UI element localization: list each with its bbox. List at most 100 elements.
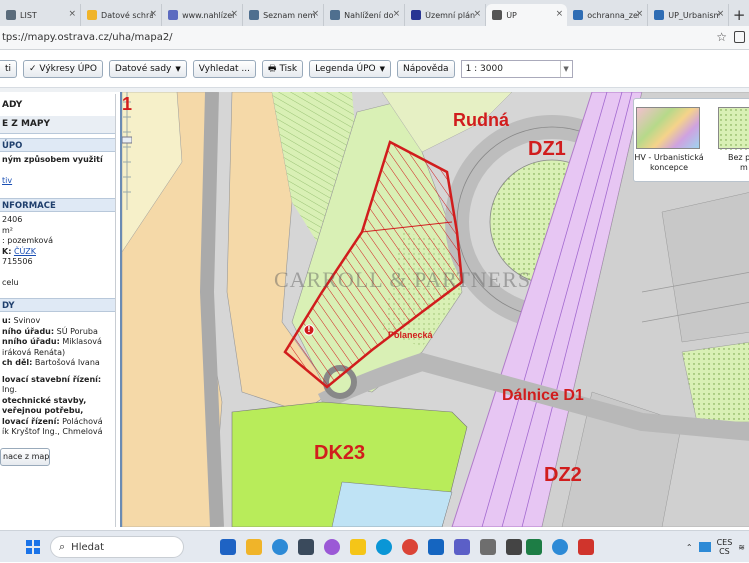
windows-start-icon[interactable]: [26, 540, 40, 554]
url-text[interactable]: tps://mapy.ostrava.cz/uha/mapa2/: [2, 32, 173, 43]
browser-tab[interactable]: Seznam nemo ×: [243, 4, 325, 26]
map-info-button[interactable]: nace z mapy: [0, 447, 50, 466]
taskbar-search-placeholder: Hledat: [71, 541, 105, 553]
address-bar[interactable]: tps://mapy.ostrava.cz/uha/mapa2/ ☆: [0, 26, 749, 50]
tab-label: LIST: [20, 10, 37, 20]
close-icon[interactable]: ×: [717, 9, 725, 19]
tab-label: ochranna_zele: [587, 10, 639, 20]
taskbar-search[interactable]: ⌕ Hledat: [50, 536, 184, 558]
close-icon[interactable]: ×: [474, 9, 482, 19]
info-line: 715506: [2, 257, 33, 266]
info-line: : pozemková: [2, 236, 54, 245]
toolbar-button-label: Legenda ÚPO: [315, 64, 376, 74]
section-upo-line: ným způsobem využití: [2, 155, 103, 164]
info-line: 2406: [2, 215, 23, 224]
toolbar-button[interactable]: ✓ Výkresy ÚPO: [23, 60, 103, 78]
search-icon: ⌕: [59, 540, 66, 553]
close-icon[interactable]: ×: [231, 9, 239, 19]
thumbnail-caption-line: HV - Urbanistická: [634, 153, 704, 162]
map-label-polanecka: Polanecká: [388, 330, 433, 340]
browser-tab[interactable]: Datové schrán×: [81, 4, 163, 26]
toolbar-button[interactable]: Nápověda: [397, 60, 455, 78]
toolbar-button[interactable]: Vyhledat ...: [192, 60, 256, 78]
copy-icon[interactable]: [734, 31, 745, 43]
chevron-up-icon[interactable]: ⌃: [686, 543, 693, 552]
new-tab-button[interactable]: +: [729, 4, 749, 26]
contact-line: ík Kryštof Ing., Chmelová: [0, 427, 115, 438]
toolbar-button-label: ti: [5, 64, 12, 74]
tips-icon[interactable]: [350, 539, 366, 555]
close-icon[interactable]: ×: [393, 9, 401, 19]
chrome-icon[interactable]: [402, 539, 418, 555]
wifi-icon[interactable]: ≋: [738, 543, 745, 552]
map-view[interactable]: CARROLL & PARTNERS 1 Rudná DZ1 Polanecká…: [120, 92, 749, 527]
map-label-corner: 1: [122, 94, 133, 114]
section-contacts-header[interactable]: DY: [0, 298, 115, 312]
printer-icon: 🖶: [267, 64, 277, 74]
browser-tab[interactable]: Územní plán C×: [405, 4, 487, 26]
tab-favicon-icon: [492, 10, 503, 20]
toolbar-button[interactable]: ti: [0, 60, 18, 78]
scale-value: 1 : 3000: [465, 64, 503, 74]
toolbar-buttons: ti ✓ Výkresy ÚPO Datové sady ▼ Vyhledat ... 🖶…: [0, 60, 455, 78]
close-icon[interactable]: ×: [312, 9, 320, 19]
browser-tab[interactable]: www.nahlízen ×: [162, 4, 244, 26]
tab-favicon-icon: [87, 10, 98, 20]
browser-tab[interactable]: ÚP ×: [486, 4, 568, 26]
bookmark-star-icon[interactable]: ☆: [716, 30, 727, 44]
tab-favicon-icon: [330, 10, 341, 20]
app-tray-icon[interactable]: [698, 542, 711, 552]
panel-title: ADY: [2, 100, 23, 110]
contact-label: veřejnou potřebu,: [2, 406, 84, 415]
file-explorer-icon[interactable]: [246, 539, 262, 555]
edge-icon[interactable]: [272, 539, 288, 555]
input-language[interactable]: CES CS: [717, 538, 733, 556]
app-toolbar: ti ✓ Výkresy ÚPO Datové sady ▼ Vyhledat ... 🖶…: [0, 51, 749, 87]
outlook-icon[interactable]: [220, 539, 236, 555]
browser-tab[interactable]: LIST ×: [0, 4, 82, 26]
app-icon[interactable]: [506, 539, 522, 555]
close-icon[interactable]: ×: [68, 9, 76, 19]
excel-icon[interactable]: [526, 539, 542, 555]
thumbnail-caption-line: m: [740, 163, 748, 172]
cuzk-link[interactable]: ČÚZK: [14, 247, 36, 256]
tab-favicon-icon: [654, 10, 665, 20]
browser-tab[interactable]: ochranna_zele×: [567, 4, 649, 26]
map-label-dk23: DK23: [314, 442, 366, 464]
thumbnail-urban[interactable]: [636, 107, 700, 149]
edge-icon[interactable]: [552, 539, 568, 555]
close-icon[interactable]: ×: [150, 9, 158, 19]
hp-icon[interactable]: [376, 539, 392, 555]
toolbar-button[interactable]: Legenda ÚPO ▼: [309, 60, 391, 78]
thumbnail-none[interactable]: [718, 107, 749, 150]
chevron-down-icon[interactable]: ▼: [559, 61, 572, 77]
section-upo-link[interactable]: tiv: [0, 176, 115, 187]
store-icon[interactable]: [298, 539, 314, 555]
browser-tab-strip: LIST×Datové schrán×www.nahlízen×Seznam n…: [0, 0, 749, 26]
thumbnail-caption-line: Bez p: [728, 153, 749, 162]
contact-label: lovací stavební řízení:: [2, 374, 102, 384]
acrobat-icon[interactable]: [578, 539, 594, 555]
toolbar-button[interactable]: Datové sady ▼: [108, 60, 187, 78]
teams-icon[interactable]: [454, 539, 470, 555]
browser-tab[interactable]: UP_Urbanism ×: [648, 4, 730, 26]
layer-thumbnails: HV - Urbanistická koncepce Bez p m: [633, 98, 749, 182]
map-label-rudna: Rudná: [453, 110, 509, 130]
contact-value: Bartošová Ivana: [32, 358, 100, 367]
contact-line: otechnické stavby,: [0, 396, 115, 407]
close-icon[interactable]: ×: [636, 9, 644, 19]
close-icon[interactable]: ×: [556, 9, 564, 19]
app-icon[interactable]: [428, 539, 444, 555]
section-upo-header[interactable]: ÚPO: [0, 138, 115, 152]
panel-main-header: E Z MAPY: [0, 116, 115, 134]
lang-line: CS: [719, 547, 730, 556]
scale-select[interactable]: 1 : 3000 ▼: [460, 60, 573, 78]
tab-favicon-icon: [168, 10, 179, 20]
app-icon[interactable]: [480, 539, 496, 555]
copilot-icon[interactable]: [324, 539, 340, 555]
browser-tab[interactable]: Nahlížení do k ×: [324, 4, 406, 26]
thumbnail-none-caption: Bez p m: [728, 153, 749, 173]
toolbar-button[interactable]: 🖶 Tisk: [261, 60, 304, 78]
section-info-header[interactable]: NFORMACE: [0, 198, 115, 212]
chevron-down-icon: ▼: [379, 65, 385, 73]
